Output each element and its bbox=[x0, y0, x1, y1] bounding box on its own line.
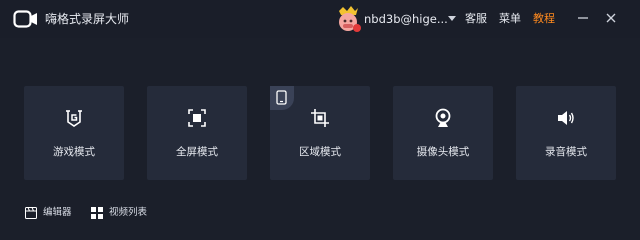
editor-label: 编辑器 bbox=[43, 207, 72, 218]
speaker-icon bbox=[558, 111, 574, 125]
app-title: 嗨格式录屏大师 bbox=[45, 12, 130, 26]
gamepad-g-icon bbox=[66, 110, 82, 127]
game-mode-label: 游戏模式 bbox=[53, 146, 95, 158]
game-mode-card[interactable]: 游戏模式 bbox=[24, 86, 124, 180]
fullscreen-mode-label: 全屏模式 bbox=[176, 146, 218, 158]
webcam-mode-label: 摄像头模式 bbox=[416, 146, 470, 158]
crop-region-icon bbox=[311, 109, 329, 127]
audio-mode-label: 录音模式 bbox=[545, 146, 587, 158]
audio-mode-card[interactable]: 录音模式 bbox=[516, 86, 616, 180]
tutorial-link[interactable]: 教程 bbox=[533, 10, 555, 28]
grid-icon bbox=[91, 207, 103, 219]
webcam-icon bbox=[435, 108, 451, 127]
mobile-mode-badge[interactable] bbox=[270, 86, 294, 110]
user-dropdown-caret-icon[interactable] bbox=[448, 16, 456, 21]
username[interactable]: nbd3b@hige... bbox=[364, 10, 448, 28]
avatar[interactable] bbox=[334, 5, 362, 33]
fullscreen-mode-card[interactable]: 全屏模式 bbox=[147, 86, 247, 180]
title-bar: 嗨格式录屏大师 nbd3b@hige... 客服 菜单 教程 bbox=[0, 0, 640, 38]
video-list-button[interactable]: 视频列表 bbox=[91, 205, 161, 221]
camera-logo-icon bbox=[13, 10, 37, 28]
customer-service-link[interactable]: 客服 bbox=[465, 10, 487, 28]
editor-button[interactable]: 编辑器 bbox=[25, 205, 85, 221]
video-list-label: 视频列表 bbox=[109, 207, 148, 218]
minimize-icon[interactable] bbox=[576, 11, 590, 25]
phone-icon bbox=[276, 90, 287, 105]
menu-link[interactable]: 菜单 bbox=[499, 10, 521, 28]
region-mode-label: 区域模式 bbox=[299, 146, 341, 158]
webcam-mode-card[interactable]: 摄像头模式 bbox=[393, 86, 493, 180]
fullscreen-icon bbox=[188, 109, 206, 127]
close-icon[interactable] bbox=[604, 11, 618, 25]
scissors-icon bbox=[25, 207, 37, 219]
